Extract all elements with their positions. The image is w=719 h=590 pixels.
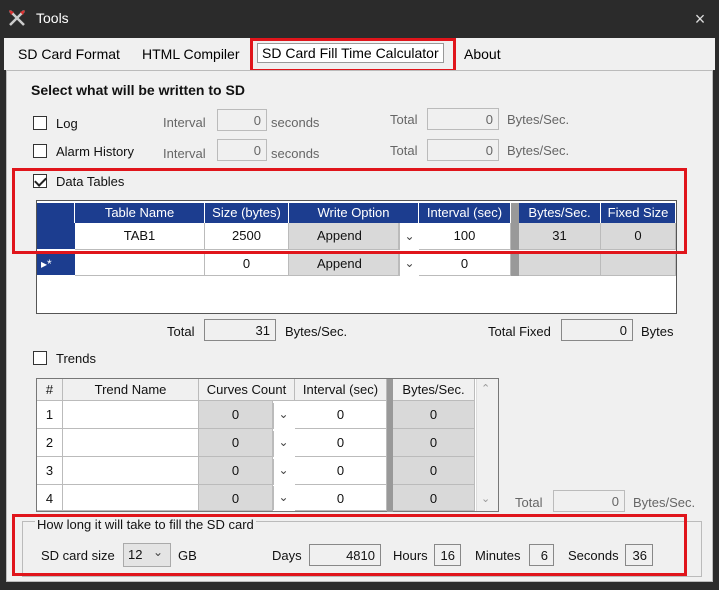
new-table-name-cell[interactable] — [75, 252, 205, 276]
new-size-cell[interactable]: 0 — [205, 252, 289, 276]
log-interval-field[interactable]: 0 — [217, 109, 267, 131]
trend-interval-cell[interactable]: 0 — [295, 401, 387, 429]
data-tables-total-field: 31 — [204, 319, 276, 341]
curves-count-combo[interactable]: 0 — [199, 457, 273, 485]
data-tables-total-label: Total — [167, 324, 195, 339]
log-total-field: 0 — [427, 108, 499, 130]
alarm-history-label: Alarm History — [56, 144, 135, 159]
scroll-down-icon[interactable]: ⌄ — [481, 492, 490, 505]
trends-total-unit: Bytes/Sec. — [633, 495, 696, 510]
alarm-interval-field[interactable]: 0 — [217, 139, 267, 161]
tools-icon — [9, 10, 25, 26]
trend-interval-cell[interactable]: 0 — [295, 457, 387, 485]
trend-bytes-per-sec-cell: 0 — [393, 485, 475, 511]
highlight-data-tables-box — [12, 168, 687, 254]
curves-count-combo[interactable]: 0 — [199, 429, 273, 457]
trend-row-number: 3 — [37, 457, 63, 485]
trends-label: Trends — [56, 351, 96, 366]
log-interval-label: Interval — [163, 115, 206, 130]
tab-html-compiler[interactable]: HTML Compiler — [142, 46, 240, 62]
log-unit-label: Bytes/Sec. — [507, 112, 570, 127]
trend-row-number: 1 — [37, 401, 63, 429]
alarm-unit-label: Bytes/Sec. — [507, 143, 570, 158]
column-splitter[interactable] — [511, 252, 519, 276]
trends-total-field: 0 — [553, 490, 625, 512]
trend-row-number: 2 — [37, 429, 63, 457]
new-bytes-per-sec-cell — [519, 252, 601, 276]
trend-bytes-per-sec-cell: 0 — [393, 457, 475, 485]
curves-count-combo[interactable]: 0 — [199, 401, 273, 429]
new-row-marker[interactable]: ▸* — [37, 252, 75, 276]
col-curves-count[interactable]: Curves Count — [199, 379, 295, 401]
new-fixed-size-cell — [601, 252, 676, 276]
log-label: Log — [56, 116, 78, 131]
trend-bytes-per-sec-cell: 0 — [393, 429, 475, 457]
section-heading: Select what will be written to SD — [31, 82, 245, 98]
total-fixed-unit: Bytes — [641, 324, 674, 339]
alarm-history-checkbox[interactable] — [33, 144, 47, 158]
tab-sd-card-format[interactable]: SD Card Format — [18, 46, 120, 62]
window-title: Tools — [36, 10, 69, 26]
tab-about[interactable]: About — [464, 46, 501, 62]
trend-name-cell[interactable] — [63, 429, 199, 457]
close-icon[interactable]: × — [690, 9, 710, 30]
trends-checkbox[interactable] — [33, 351, 47, 365]
new-write-option-combo[interactable]: Append — [289, 252, 399, 276]
chevron-down-icon[interactable]: ⌄ — [273, 459, 293, 485]
highlight-tab-box — [250, 38, 456, 72]
curves-count-combo[interactable]: 0 — [199, 485, 273, 511]
scroll-up-icon[interactable]: ⌃ — [481, 382, 490, 395]
trend-name-cell[interactable] — [63, 401, 199, 429]
alarm-interval-label: Interval — [163, 146, 206, 161]
total-fixed-label: Total Fixed — [488, 324, 551, 339]
trends-total-label: Total — [515, 495, 543, 510]
trend-name-cell[interactable] — [63, 457, 199, 485]
trend-interval-cell[interactable]: 0 — [295, 485, 387, 511]
alarm-seconds-label: seconds — [271, 146, 320, 161]
trend-name-cell[interactable] — [63, 485, 199, 511]
alarm-total-field: 0 — [427, 139, 499, 161]
log-total-label: Total — [390, 112, 418, 127]
chevron-down-icon[interactable]: ⌄ — [273, 403, 293, 429]
log-seconds-label: seconds — [271, 115, 320, 130]
trend-interval-cell[interactable]: 0 — [295, 429, 387, 457]
col-trend-name[interactable]: Trend Name — [63, 379, 199, 401]
new-interval-cell[interactable]: 0 — [419, 252, 511, 276]
chevron-down-icon[interactable]: ⌄ — [273, 431, 293, 457]
log-checkbox[interactable] — [33, 116, 47, 130]
trend-bytes-per-sec-cell: 0 — [393, 401, 475, 429]
col-number[interactable]: # — [37, 379, 63, 401]
col-trend-interval[interactable]: Interval (sec) — [295, 379, 387, 401]
col-trend-bytes-per-sec[interactable]: Bytes/Sec. — [393, 379, 475, 401]
total-fixed-field: 0 — [561, 319, 633, 341]
trend-row-number: 4 — [37, 485, 63, 511]
alarm-total-label: Total — [390, 143, 418, 158]
data-tables-total-unit: Bytes/Sec. — [285, 324, 348, 339]
chevron-down-icon[interactable]: ⌄ — [273, 486, 293, 510]
title-bar — [0, 0, 719, 38]
highlight-fill-time-box — [12, 514, 687, 576]
chevron-down-icon[interactable]: ⌄ — [399, 252, 419, 276]
